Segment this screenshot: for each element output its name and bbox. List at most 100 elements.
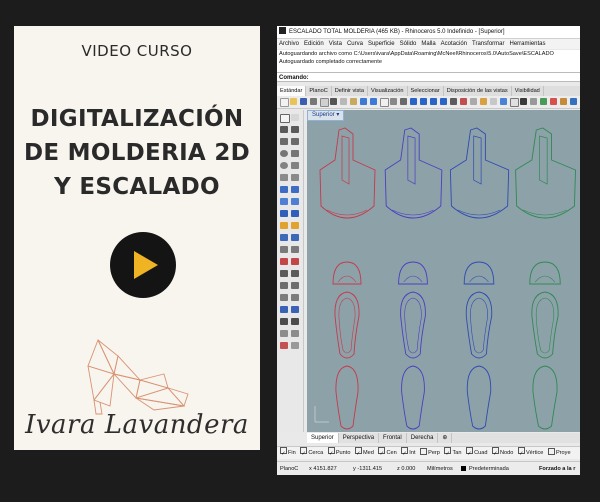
pan-icon[interactable] — [390, 98, 397, 105]
rotate-view-icon[interactable] — [400, 98, 407, 105]
select-icon[interactable] — [380, 98, 389, 107]
osnap-int[interactable]: ✓ Int — [401, 447, 416, 459]
heel-cap-line-4[interactable] — [534, 275, 556, 283]
insole-piece-3[interactable] — [465, 291, 493, 359]
osnap-cuad[interactable]: ✓ Cuad — [466, 447, 487, 459]
explode-icon[interactable] — [280, 246, 288, 253]
play-button[interactable] — [110, 232, 176, 298]
vamp-piece-2[interactable] — [384, 127, 443, 219]
text-icon[interactable] — [291, 306, 299, 313]
status-units[interactable]: Milímetros — [427, 462, 453, 475]
select-arrow-icon[interactable] — [280, 114, 290, 123]
heel-cap-piece-4[interactable] — [529, 261, 561, 285]
viewport-label[interactable]: Superior ▾ — [307, 110, 345, 121]
extrude-icon[interactable] — [280, 210, 288, 217]
split-icon[interactable] — [291, 258, 299, 265]
boolean-icon[interactable] — [291, 210, 299, 217]
osnap-med[interactable]: ✓ Med — [355, 447, 374, 459]
insole-inner-1[interactable] — [338, 297, 356, 354]
point-icon[interactable] — [280, 126, 288, 133]
osnap-vertice[interactable]: ✓ Vértice — [517, 447, 543, 459]
menu-malla[interactable]: Malla — [421, 41, 435, 47]
mesh-icon[interactable] — [280, 222, 288, 229]
osnap-cerca[interactable]: ✓ Cerca — [300, 447, 323, 459]
sole-piece-4[interactable] — [532, 365, 558, 430]
scale-icon[interactable] — [291, 282, 299, 289]
line-icon[interactable] — [291, 138, 299, 145]
cut-icon[interactable] — [330, 98, 337, 105]
drafting-icon[interactable] — [291, 342, 299, 349]
tab-disposicion[interactable]: Disposición de las vistas — [444, 86, 512, 96]
tab-estandar[interactable]: Estándar — [277, 86, 307, 96]
zoom-selected-icon[interactable] — [440, 98, 447, 105]
render-icon[interactable] — [540, 98, 547, 105]
status-mode[interactable]: Forzado a la r — [539, 462, 575, 475]
viewtab-derecha[interactable]: Derecha — [407, 433, 439, 443]
rotate-icon[interactable] — [280, 282, 288, 289]
box-icon[interactable] — [280, 198, 288, 205]
viewtab-frontal[interactable]: Frontal — [379, 433, 407, 443]
polyline-icon[interactable] — [291, 126, 299, 133]
polygon-icon[interactable] — [280, 174, 288, 181]
trim-icon[interactable] — [280, 258, 288, 265]
undo-icon[interactable] — [360, 98, 367, 105]
heel-cap-line-1[interactable] — [337, 275, 357, 283]
shaded-icon[interactable] — [470, 98, 477, 105]
heel-cap-line-3[interactable] — [469, 275, 489, 283]
move-icon[interactable] — [280, 270, 288, 277]
osnap-fin[interactable]: ✓ Fin — [280, 447, 296, 459]
heel-cap-piece-2[interactable] — [398, 261, 428, 285]
block-icon[interactable] — [291, 318, 299, 325]
grid-icon[interactable] — [460, 98, 467, 105]
zoom-extents-icon[interactable] — [430, 98, 437, 105]
insole-inner-3[interactable] — [470, 297, 488, 354]
select-points-icon[interactable] — [291, 114, 299, 121]
vamp-inner-line-2[interactable] — [407, 135, 416, 185]
viewtab-perspectiva[interactable]: Perspectiva — [339, 433, 380, 443]
sun-icon[interactable] — [560, 98, 567, 105]
mesh-tools-icon[interactable] — [291, 222, 299, 229]
analyze-icon[interactable] — [280, 330, 288, 337]
vamp-inner-line-4[interactable] — [539, 135, 548, 185]
new-file-icon[interactable] — [280, 98, 289, 107]
insole-piece-2[interactable] — [400, 291, 426, 359]
tab-definir-vista[interactable]: Definir vista — [332, 86, 368, 96]
array-icon[interactable] — [291, 294, 299, 301]
print-icon[interactable] — [310, 98, 317, 105]
zoom-window-icon[interactable] — [420, 98, 427, 105]
status-cplane[interactable]: PlanoC — [280, 462, 298, 475]
zoom-icon[interactable] — [410, 98, 417, 105]
fillet-icon[interactable] — [280, 234, 288, 241]
world-axes-icon[interactable] — [314, 406, 329, 423]
command-line-input[interactable]: Comando: — [277, 72, 580, 82]
ellipse-icon[interactable] — [280, 162, 288, 169]
menu-archivo[interactable]: Archivo — [279, 41, 299, 47]
menu-vista[interactable]: Vista — [329, 41, 342, 47]
object-properties-icon[interactable] — [510, 98, 519, 107]
insole-inner-2[interactable] — [404, 297, 422, 354]
sole-piece-2[interactable] — [401, 365, 425, 430]
materials-icon[interactable] — [550, 98, 557, 105]
circle-icon[interactable] — [280, 150, 288, 157]
menu-superficie[interactable]: Superficie — [368, 41, 395, 47]
heel-cap-piece-3[interactable] — [463, 261, 495, 285]
vamp-piece-3[interactable] — [449, 127, 510, 219]
rendered-icon[interactable] — [480, 98, 487, 105]
vamp-piece-1[interactable] — [319, 127, 376, 219]
menu-transformar[interactable]: Transformar — [472, 41, 504, 47]
osnap-perp[interactable]: Perp — [420, 447, 440, 459]
render-tools-icon[interactable] — [280, 342, 288, 349]
sole-piece-1[interactable] — [335, 365, 359, 430]
tab-visualizacion[interactable]: Visualización — [368, 86, 408, 96]
menu-solido[interactable]: Sólido — [400, 41, 417, 47]
menu-curva[interactable]: Curva — [347, 41, 363, 47]
osnap-nodo[interactable]: ✓ Nodo — [492, 447, 513, 459]
tab-visibilidad[interactable]: Visibilidad — [512, 86, 544, 96]
options-icon[interactable] — [570, 98, 577, 105]
lock-icon[interactable] — [520, 98, 527, 105]
save-icon[interactable] — [300, 98, 307, 105]
heel-cap-line-2[interactable] — [403, 275, 423, 283]
menu-edicion[interactable]: Edición — [304, 41, 324, 47]
mirror-icon[interactable] — [280, 294, 288, 301]
copy-icon[interactable] — [340, 98, 347, 105]
